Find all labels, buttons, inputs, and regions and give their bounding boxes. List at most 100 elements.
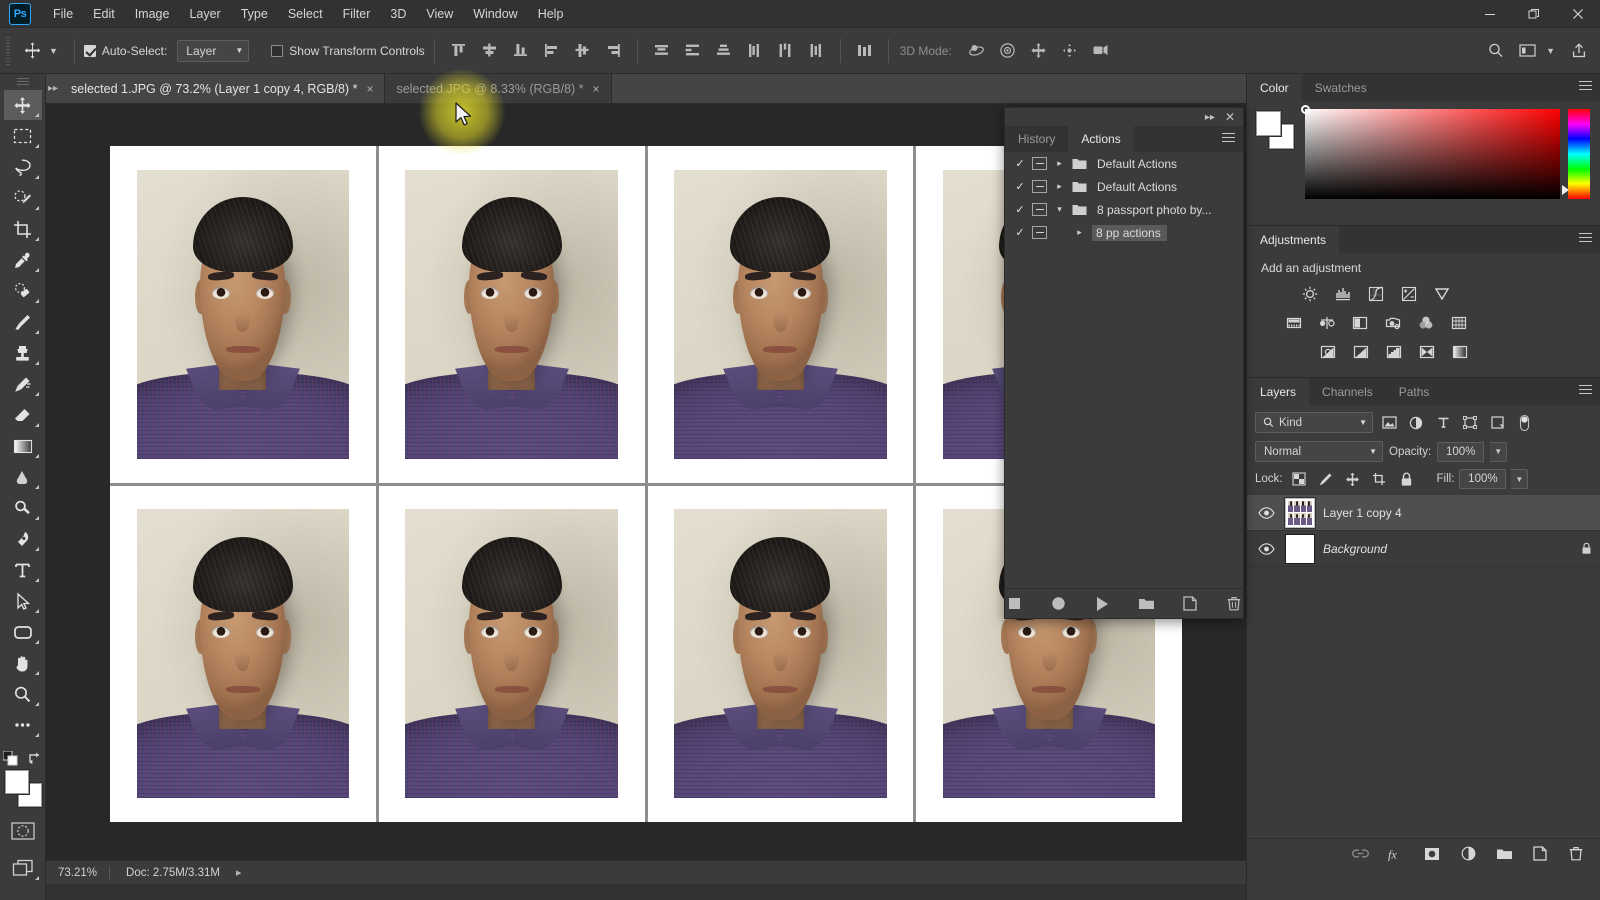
lock-transparent-pixels-icon[interactable] bbox=[1288, 469, 1310, 489]
passport-photo-6[interactable] bbox=[379, 486, 645, 823]
curves-icon[interactable] bbox=[1365, 284, 1387, 304]
tab-adjustments[interactable]: Adjustments bbox=[1247, 226, 1339, 253]
hand-tool[interactable] bbox=[4, 648, 42, 678]
zoom-tool[interactable] bbox=[4, 679, 42, 709]
delete-icon[interactable] bbox=[1225, 594, 1243, 614]
roll-3d-icon[interactable] bbox=[993, 37, 1022, 65]
minimize-button[interactable] bbox=[1468, 0, 1512, 28]
distribute-top-edges-icon[interactable] bbox=[647, 37, 676, 65]
action-enabled-checkmark[interactable]: ✓ bbox=[1014, 226, 1026, 239]
color-lookup-icon[interactable] bbox=[1448, 313, 1470, 333]
hue-slider-marker[interactable] bbox=[1562, 185, 1569, 195]
layer-filter-kind-select[interactable]: Kind ▼ bbox=[1255, 412, 1373, 433]
stop-icon[interactable] bbox=[1005, 594, 1023, 614]
auto-select-checkbox[interactable]: Auto-Select: bbox=[84, 44, 167, 58]
align-left-edges-icon[interactable] bbox=[537, 37, 566, 65]
color-field[interactable] bbox=[1305, 109, 1560, 199]
action-enabled-checkmark[interactable]: ✓ bbox=[1014, 157, 1026, 170]
levels-icon[interactable] bbox=[1332, 284, 1354, 304]
menu-file[interactable]: File bbox=[43, 2, 83, 26]
menu-select[interactable]: Select bbox=[278, 2, 333, 26]
crop-tool[interactable] bbox=[4, 214, 42, 244]
chevron-right-icon[interactable]: ▸ bbox=[1053, 158, 1066, 169]
brightness-contrast-icon[interactable] bbox=[1299, 284, 1321, 304]
color-field-marker[interactable] bbox=[1301, 105, 1310, 114]
tab-swatches[interactable]: Swatches bbox=[1302, 74, 1380, 101]
auto-select-check-box[interactable] bbox=[84, 45, 96, 57]
opacity-stepper-chevron-down-icon[interactable]: ▼ bbox=[1490, 442, 1507, 462]
panel-menu-icon[interactable] bbox=[1579, 81, 1592, 92]
lock-position-icon[interactable] bbox=[1342, 469, 1364, 489]
search-icon[interactable] bbox=[1480, 36, 1510, 66]
chevron-right-icon[interactable]: ▸ bbox=[1073, 227, 1086, 238]
brush-tool[interactable] bbox=[4, 307, 42, 337]
eyedropper-tool[interactable] bbox=[4, 245, 42, 275]
gradient-map-icon[interactable] bbox=[1449, 342, 1471, 362]
menu-window[interactable]: Window bbox=[463, 2, 527, 26]
action-enabled-checkmark[interactable]: ✓ bbox=[1014, 180, 1026, 193]
close-icon[interactable]: ✕ bbox=[1225, 110, 1235, 124]
tool-preset-chevron-down-icon[interactable]: ▼ bbox=[49, 46, 58, 56]
distribute-right-edges-icon[interactable] bbox=[802, 37, 831, 65]
menu-filter[interactable]: Filter bbox=[333, 2, 381, 26]
opacity-value[interactable]: 100% bbox=[1437, 442, 1484, 462]
collapse-panel-icon[interactable]: ▸▸ bbox=[1205, 112, 1215, 123]
tab-paths[interactable]: Paths bbox=[1386, 378, 1443, 405]
tab-layers[interactable]: Layers bbox=[1247, 378, 1309, 405]
fill-stepper-chevron-down-icon[interactable]: ▼ bbox=[1511, 469, 1528, 489]
menu-image[interactable]: Image bbox=[125, 2, 180, 26]
rectangular-marquee-tool[interactable] bbox=[4, 121, 42, 151]
align-horizontal-centers-icon[interactable] bbox=[568, 37, 597, 65]
layer-thumbnail[interactable] bbox=[1285, 498, 1315, 528]
show-transform-controls-checkbox[interactable]: Show Transform Controls bbox=[271, 44, 424, 58]
action-row[interactable]: ✓▸Default Actions bbox=[1005, 152, 1243, 175]
passport-photo-5[interactable] bbox=[110, 486, 376, 823]
dialog-toggle-icon[interactable] bbox=[1032, 226, 1047, 239]
tab-actions[interactable]: Actions bbox=[1068, 126, 1133, 152]
action-enabled-checkmark[interactable]: ✓ bbox=[1014, 203, 1026, 216]
filter-image-icon[interactable] bbox=[1378, 413, 1400, 433]
gradient-tool[interactable] bbox=[4, 431, 42, 461]
eye-icon[interactable] bbox=[1255, 543, 1277, 555]
delete-layer-icon[interactable] bbox=[1566, 844, 1586, 864]
workspace-chevron-down-icon[interactable]: ▼ bbox=[1546, 46, 1555, 56]
layer-thumbnail[interactable] bbox=[1285, 534, 1315, 564]
align-bottom-edges-icon[interactable] bbox=[506, 37, 535, 65]
layer-mask-icon[interactable] bbox=[1422, 844, 1442, 864]
new-group-icon[interactable] bbox=[1494, 844, 1514, 864]
new-set-icon[interactable] bbox=[1137, 594, 1155, 614]
link-layers-icon[interactable] bbox=[1350, 844, 1370, 864]
action-row[interactable]: ✓▸Default Actions bbox=[1005, 175, 1243, 198]
filter-shape-icon[interactable] bbox=[1459, 413, 1481, 433]
rotate-3d-icon[interactable] bbox=[962, 37, 991, 65]
filter-switch-icon[interactable] bbox=[1513, 413, 1535, 433]
panel-menu-icon[interactable] bbox=[1579, 385, 1592, 396]
show-transform-check-box[interactable] bbox=[271, 45, 283, 57]
restore-button[interactable] bbox=[1512, 0, 1556, 28]
move-tool[interactable] bbox=[4, 90, 42, 120]
pen-tool[interactable] bbox=[4, 524, 42, 554]
filter-smart-object-icon[interactable] bbox=[1486, 413, 1508, 433]
document-tab-selected-1[interactable]: selected 1.JPG @ 73.2% (Layer 1 copy 4, … bbox=[60, 74, 385, 103]
quick-mask-icon[interactable] bbox=[4, 816, 42, 846]
scale-3d-icon[interactable] bbox=[1086, 37, 1115, 65]
toolbar-grip[interactable] bbox=[17, 78, 29, 86]
passport-photo-7[interactable] bbox=[648, 486, 914, 823]
actions-panel[interactable]: ▸▸ ✕ History Actions ✓▸Default Actions✓▸… bbox=[1004, 107, 1244, 619]
menu-help[interactable]: Help bbox=[528, 2, 574, 26]
drag-3d-icon[interactable] bbox=[1024, 37, 1053, 65]
document-tab-selected[interactable]: selected.JPG @ 8.33% (RGB/8) * × bbox=[385, 74, 611, 103]
chevron-right-icon[interactable]: ▸ bbox=[236, 866, 242, 879]
filter-type-icon[interactable] bbox=[1432, 413, 1454, 433]
new-layer-icon[interactable] bbox=[1530, 844, 1550, 864]
posterize-icon[interactable] bbox=[1350, 342, 1372, 362]
lasso-tool[interactable] bbox=[4, 152, 42, 182]
channel-mixer-icon[interactable] bbox=[1415, 313, 1437, 333]
options-bar-grip[interactable] bbox=[3, 37, 13, 65]
passport-photo-1[interactable] bbox=[110, 146, 376, 483]
close-icon[interactable]: × bbox=[593, 82, 600, 96]
distribute-vertical-centers-icon[interactable] bbox=[678, 37, 707, 65]
exposure-icon[interactable] bbox=[1398, 284, 1420, 304]
tab-history[interactable]: History bbox=[1005, 126, 1068, 152]
dialog-toggle-icon[interactable] bbox=[1032, 180, 1047, 193]
